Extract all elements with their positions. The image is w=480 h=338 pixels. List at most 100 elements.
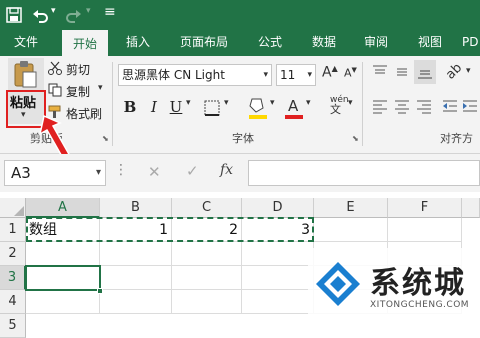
- name-box[interactable]: A3 ▾: [4, 160, 106, 186]
- undo-icon[interactable]: [32, 7, 48, 23]
- tab-formulas[interactable]: 公式: [250, 30, 290, 56]
- cell-b3[interactable]: [100, 266, 172, 290]
- cell-f1[interactable]: [388, 218, 462, 242]
- font-name-value: 思源黑体 CN Light: [122, 68, 225, 82]
- cell-c3[interactable]: [172, 266, 242, 290]
- font-color-dropdown-icon[interactable]: ▾: [306, 98, 311, 108]
- row-header-5[interactable]: 5: [0, 314, 26, 338]
- insert-function-button[interactable]: fx: [220, 162, 233, 178]
- cell-c2[interactable]: [172, 242, 242, 266]
- bold-button[interactable]: B: [120, 96, 140, 118]
- active-cell-selection: [25, 265, 101, 291]
- column-header-d[interactable]: D: [242, 198, 314, 218]
- font-group-label: 字体: [232, 132, 254, 145]
- formula-bar-grip-icon[interactable]: ⋮: [114, 162, 128, 178]
- chevron-down-icon[interactable]: ▾: [96, 161, 101, 185]
- cell-e1[interactable]: [314, 218, 388, 242]
- tab-review[interactable]: 审阅: [356, 30, 396, 56]
- align-left-icon[interactable]: [372, 98, 388, 114]
- borders-icon[interactable]: [204, 100, 220, 116]
- tab-data[interactable]: 数据: [304, 30, 344, 56]
- quick-access-dropdown-icon[interactable]: ≡: [104, 4, 116, 20]
- select-all-corner[interactable]: [0, 198, 26, 218]
- tab-pdf[interactable]: PD: [462, 30, 480, 56]
- tab-page-layout[interactable]: 页面布局: [172, 30, 236, 56]
- orientation-dropdown-icon[interactable]: ▾: [466, 66, 471, 76]
- watermark-url: XITONGCHENG.COM: [370, 300, 470, 310]
- tab-home[interactable]: 开始: [62, 30, 108, 56]
- watermark-logo-icon: [316, 262, 360, 306]
- watermark-name: 系统城: [370, 266, 466, 301]
- title-bar: ▾ ▾ ≡: [0, 0, 480, 30]
- copy-button[interactable]: 复制: [66, 83, 90, 100]
- fill-color-dropdown-icon[interactable]: ▾: [270, 98, 275, 108]
- increase-indent-icon[interactable]: [462, 98, 478, 114]
- fill-handle[interactable]: [97, 288, 103, 294]
- cell-c4[interactable]: [172, 290, 242, 314]
- undo-dropdown-icon[interactable]: ▾: [51, 6, 56, 16]
- ribbon-tabs: 文件 开始 插入 页面布局 公式 数据 审阅 视图 PD: [0, 30, 480, 56]
- cell-a4[interactable]: [26, 290, 100, 314]
- tab-insert[interactable]: 插入: [118, 30, 158, 56]
- decrease-font-size-icon[interactable]: A▼: [344, 66, 357, 80]
- fill-color-icon[interactable]: [248, 96, 268, 120]
- font-name-dropdown[interactable]: 思源黑体 CN Light ▾: [118, 64, 272, 86]
- font-size-dropdown[interactable]: 11 ▾: [276, 64, 316, 86]
- font-launcher-icon[interactable]: ⬊: [352, 134, 359, 143]
- cell-b2[interactable]: [100, 242, 172, 266]
- cell-d4[interactable]: [242, 290, 314, 314]
- align-bottom-button[interactable]: [414, 60, 436, 84]
- watermark: 系统城 XITONGCHENG.COM: [308, 248, 480, 320]
- cell-a2[interactable]: [26, 242, 100, 266]
- increase-font-size-icon[interactable]: A▲: [322, 64, 338, 81]
- group-separator: [112, 62, 113, 146]
- chevron-down-icon: ▾: [307, 70, 312, 80]
- italic-button[interactable]: I: [144, 96, 164, 118]
- formula-input[interactable]: [248, 160, 480, 186]
- cut-button[interactable]: 剪切: [66, 61, 90, 78]
- chevron-down-icon: ▾: [263, 70, 268, 80]
- decrease-indent-icon[interactable]: [442, 98, 458, 114]
- name-box-value: A3: [11, 164, 31, 182]
- row-header-2[interactable]: 2: [0, 242, 26, 266]
- cancel-icon[interactable]: ✕: [148, 163, 161, 181]
- tab-view[interactable]: 视图: [410, 30, 450, 56]
- underline-dropdown-icon[interactable]: ▾: [186, 98, 191, 108]
- align-right-icon[interactable]: [416, 98, 432, 114]
- align-middle-icon[interactable]: [394, 64, 410, 80]
- tab-file[interactable]: 文件: [6, 30, 46, 56]
- clipboard-launcher-icon[interactable]: ⬊: [102, 134, 109, 143]
- redo-dropdown-icon[interactable]: ▾: [86, 6, 91, 16]
- borders-dropdown-icon[interactable]: ▾: [224, 98, 229, 108]
- row-header-3[interactable]: 3: [0, 266, 26, 290]
- align-center-icon[interactable]: [394, 98, 410, 114]
- column-header-c[interactable]: C: [172, 198, 242, 218]
- row-header-1[interactable]: 1: [0, 218, 26, 242]
- column-header-g[interactable]: [462, 198, 480, 218]
- font-color-icon[interactable]: A: [284, 96, 304, 120]
- font-size-value: 11: [280, 68, 296, 82]
- copy-dropdown-icon[interactable]: ▾: [98, 83, 103, 93]
- phonetic-dropdown-icon[interactable]: ▾: [348, 98, 353, 108]
- paste-icon: [14, 61, 37, 88]
- row-header-4[interactable]: 4: [0, 290, 26, 314]
- underline-button[interactable]: U: [166, 96, 186, 118]
- cut-icon: [48, 61, 62, 75]
- cell-d2[interactable]: [242, 242, 314, 266]
- column-header-e[interactable]: E: [314, 198, 388, 218]
- cell-b4[interactable]: [100, 290, 172, 314]
- redo-icon[interactable]: [66, 7, 82, 23]
- copy-marquee: [26, 217, 314, 242]
- align-bottom-icon: [418, 70, 432, 79]
- orientation-icon[interactable]: ab: [443, 60, 465, 82]
- save-icon[interactable]: [6, 7, 22, 23]
- cell-d3[interactable]: [242, 266, 314, 290]
- column-header-b[interactable]: B: [100, 198, 172, 218]
- copy-icon: [48, 83, 62, 97]
- enter-icon[interactable]: ✓: [186, 162, 199, 180]
- column-header-f[interactable]: F: [388, 198, 462, 218]
- column-header-a[interactable]: A: [26, 198, 100, 218]
- align-top-icon[interactable]: [372, 64, 388, 80]
- group-separator: [362, 62, 363, 146]
- phonetic-guide-icon[interactable]: wén 文: [330, 96, 349, 116]
